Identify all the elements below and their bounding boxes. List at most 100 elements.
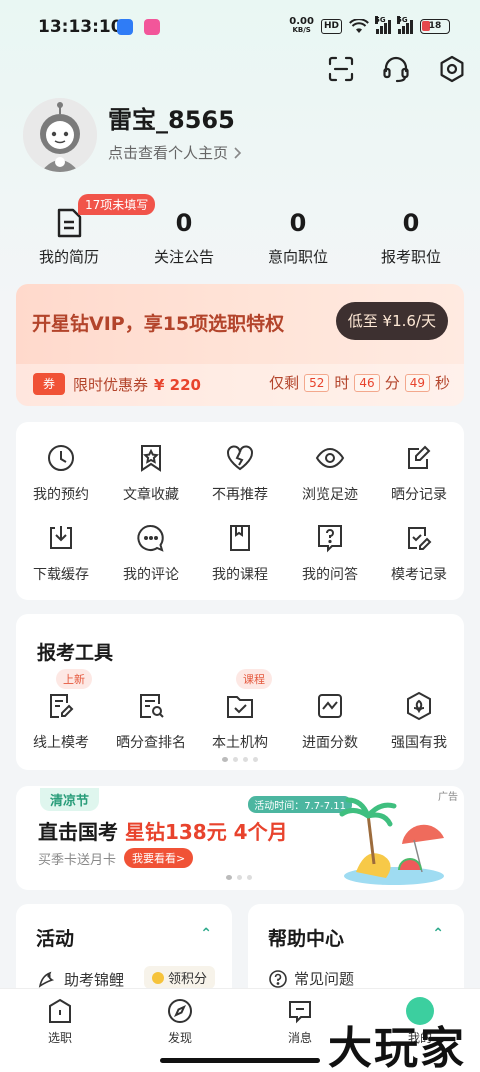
- feature-grid-card: 我的预约 文章收藏 不再推荐 浏览足迹 晒分记录 下载缓存 我的评论 我的课程 …: [16, 422, 464, 600]
- coupon-text: 限时优惠券 ¥ 220: [73, 376, 201, 394]
- tools-title: 报考工具: [37, 642, 114, 664]
- tab-jobs[interactable]: 选职: [20, 997, 100, 1046]
- chevron-up-icon[interactable]: ⌃: [432, 926, 444, 942]
- countdown-minutes: 46: [354, 373, 380, 392]
- star-bookmark-icon: [135, 442, 167, 474]
- tools-card: 报考工具 上新 课程 线上模考 晒分查排名 本土机构 进面分数 强国有我: [16, 614, 464, 770]
- coupon-icon: 券: [33, 373, 65, 395]
- vip-card[interactable]: 开星钻VIP，享15项选职特权 低至 ¥1.6/天 券 限时优惠券 ¥ 220 仅…: [16, 284, 464, 406]
- banner-pager-dots: [226, 875, 252, 880]
- stat-apply-label: 报考职位: [380, 248, 441, 266]
- badge-course: 课程: [236, 669, 272, 689]
- chevron-up-icon[interactable]: ⌃: [200, 926, 212, 942]
- tool-local-institutions[interactable]: 本土机构: [195, 690, 285, 752]
- score-search-icon: [135, 690, 167, 722]
- folder-check-icon: [224, 690, 256, 722]
- resume-badge: 17项未填写: [78, 194, 156, 215]
- online-exam-icon: [45, 690, 77, 722]
- checklist-edit-icon: [403, 522, 435, 554]
- scan-icon[interactable]: [326, 54, 356, 84]
- countdown: 仅剩 52 时 46 分 49 秒: [269, 373, 450, 392]
- status-bar: 13:13:10 0.00 KB/S HD 5G 5G 18: [0, 0, 480, 56]
- status-time: 13:13:10: [38, 17, 123, 37]
- promo-banner[interactable]: 清凉节 广告 活动时间：7.7-7.11 直击国考 星钻138元 4个月 买季卡…: [16, 786, 464, 890]
- jobs-icon: [46, 997, 74, 1025]
- grid-item-mock-records[interactable]: 模考记录: [374, 522, 464, 584]
- clock-icon: [45, 442, 77, 474]
- chevron-right-icon: [234, 146, 242, 159]
- app-notification-icon-2: [144, 19, 160, 35]
- app-notification-icon: [117, 19, 133, 35]
- broken-heart-icon: [224, 442, 256, 474]
- hexagon-badge-icon: [403, 690, 435, 722]
- coupon-price: ¥ 220: [154, 376, 201, 394]
- compass-icon: [166, 997, 194, 1025]
- stat-apply-count: 0: [402, 209, 420, 237]
- signal-icon-2: 5G: [397, 15, 413, 34]
- tool-strong-nation[interactable]: 强国有我: [374, 690, 464, 752]
- stat-apply[interactable]: 0 报考职位: [351, 192, 471, 267]
- beach-illustration: [339, 797, 444, 885]
- question-circle-icon: [269, 969, 287, 988]
- koi-icon: [38, 971, 55, 988]
- stat-intent[interactable]: 0 意向职位: [238, 192, 358, 267]
- watermark: 大玩家: [328, 1023, 466, 1072]
- tool-score-rank[interactable]: 晒分查排名: [106, 690, 196, 752]
- trend-icon: [314, 690, 346, 722]
- points-chip[interactable]: 领积分: [144, 966, 216, 989]
- banner-subline: 买季卡送月卡 我要看看>: [38, 848, 194, 868]
- stat-resume-label: 我的简历: [38, 248, 99, 266]
- edit-note-icon: [403, 442, 435, 474]
- home-indicator[interactable]: [160, 1058, 320, 1063]
- username[interactable]: 雷宝_8565: [108, 100, 235, 135]
- stat-intent-count: 0: [289, 209, 307, 237]
- settings-icon[interactable]: [437, 54, 467, 84]
- help-title: 帮助中心: [268, 928, 345, 950]
- countdown-seconds: 49: [404, 373, 430, 392]
- eye-icon: [314, 442, 346, 474]
- vip-button[interactable]: 低至 ¥1.6/天: [335, 302, 448, 340]
- banner-tag: 清凉节: [40, 788, 100, 811]
- badge-new: 上新: [56, 669, 92, 689]
- message-icon: [286, 997, 314, 1025]
- stat-intent-label: 意向职位: [267, 248, 328, 266]
- grid-item-courses[interactable]: 我的课程: [195, 522, 285, 584]
- network-speed: 0.00 KB/S: [289, 16, 314, 35]
- tools-pager-dots: [222, 757, 258, 762]
- grid-item-history[interactable]: 浏览足迹: [285, 442, 375, 504]
- battery-icon: 18: [420, 18, 450, 34]
- customer-service-icon[interactable]: [381, 54, 411, 84]
- grid-item-score-records[interactable]: 晒分记录: [374, 442, 464, 504]
- tool-online-mock[interactable]: 线上模考: [16, 690, 106, 752]
- countdown-hours: 52: [304, 373, 330, 392]
- book-icon: [224, 522, 256, 554]
- download-icon: [45, 522, 77, 554]
- banner-button[interactable]: 我要看看>: [124, 848, 194, 868]
- status-indicators: 0.00 KB/S HD 5G 5G 18: [289, 15, 450, 35]
- stats-row: 我的简历 0 关注公告 0 意向职位 0 报考职位: [0, 192, 480, 272]
- hd-icon: HD: [320, 18, 342, 34]
- coin-icon: [152, 971, 164, 984]
- vip-title: 开星钻VIP，享15项选职特权: [32, 313, 285, 335]
- grid-item-comments[interactable]: 我的评论: [106, 522, 196, 584]
- tab-discover[interactable]: 发现: [140, 997, 220, 1046]
- grid-item-not-recommend[interactable]: 不再推荐: [195, 442, 285, 504]
- grid-item-qa[interactable]: 我的问答: [285, 522, 375, 584]
- avatar[interactable]: [23, 98, 97, 172]
- activity-title: 活动: [36, 928, 75, 950]
- stat-follow-label: 关注公告: [153, 248, 214, 266]
- comment-icon: [135, 522, 167, 554]
- banner-headline: 直击国考 星钻138元 4个月: [38, 820, 288, 844]
- vip-coupon-bar: 券 限时优惠券 ¥ 220 仅剩 52 时 46 分 49 秒: [16, 364, 464, 406]
- grid-item-appointments[interactable]: 我的预约: [16, 442, 106, 504]
- wifi-icon: [349, 18, 369, 33]
- profile-link-label: 点击查看个人主页: [108, 144, 229, 162]
- profile-link[interactable]: 点击查看个人主页: [108, 142, 242, 163]
- grid-item-downloads[interactable]: 下载缓存: [16, 522, 106, 584]
- help-item[interactable]: 常见问题: [268, 968, 354, 989]
- question-icon: [314, 522, 346, 554]
- activity-item[interactable]: 助考锦鲤: [36, 968, 124, 990]
- grid-item-favorites[interactable]: 文章收藏: [106, 442, 196, 504]
- tool-interview-scores[interactable]: 进面分数: [285, 690, 375, 752]
- signal-icon: 5G: [375, 15, 391, 34]
